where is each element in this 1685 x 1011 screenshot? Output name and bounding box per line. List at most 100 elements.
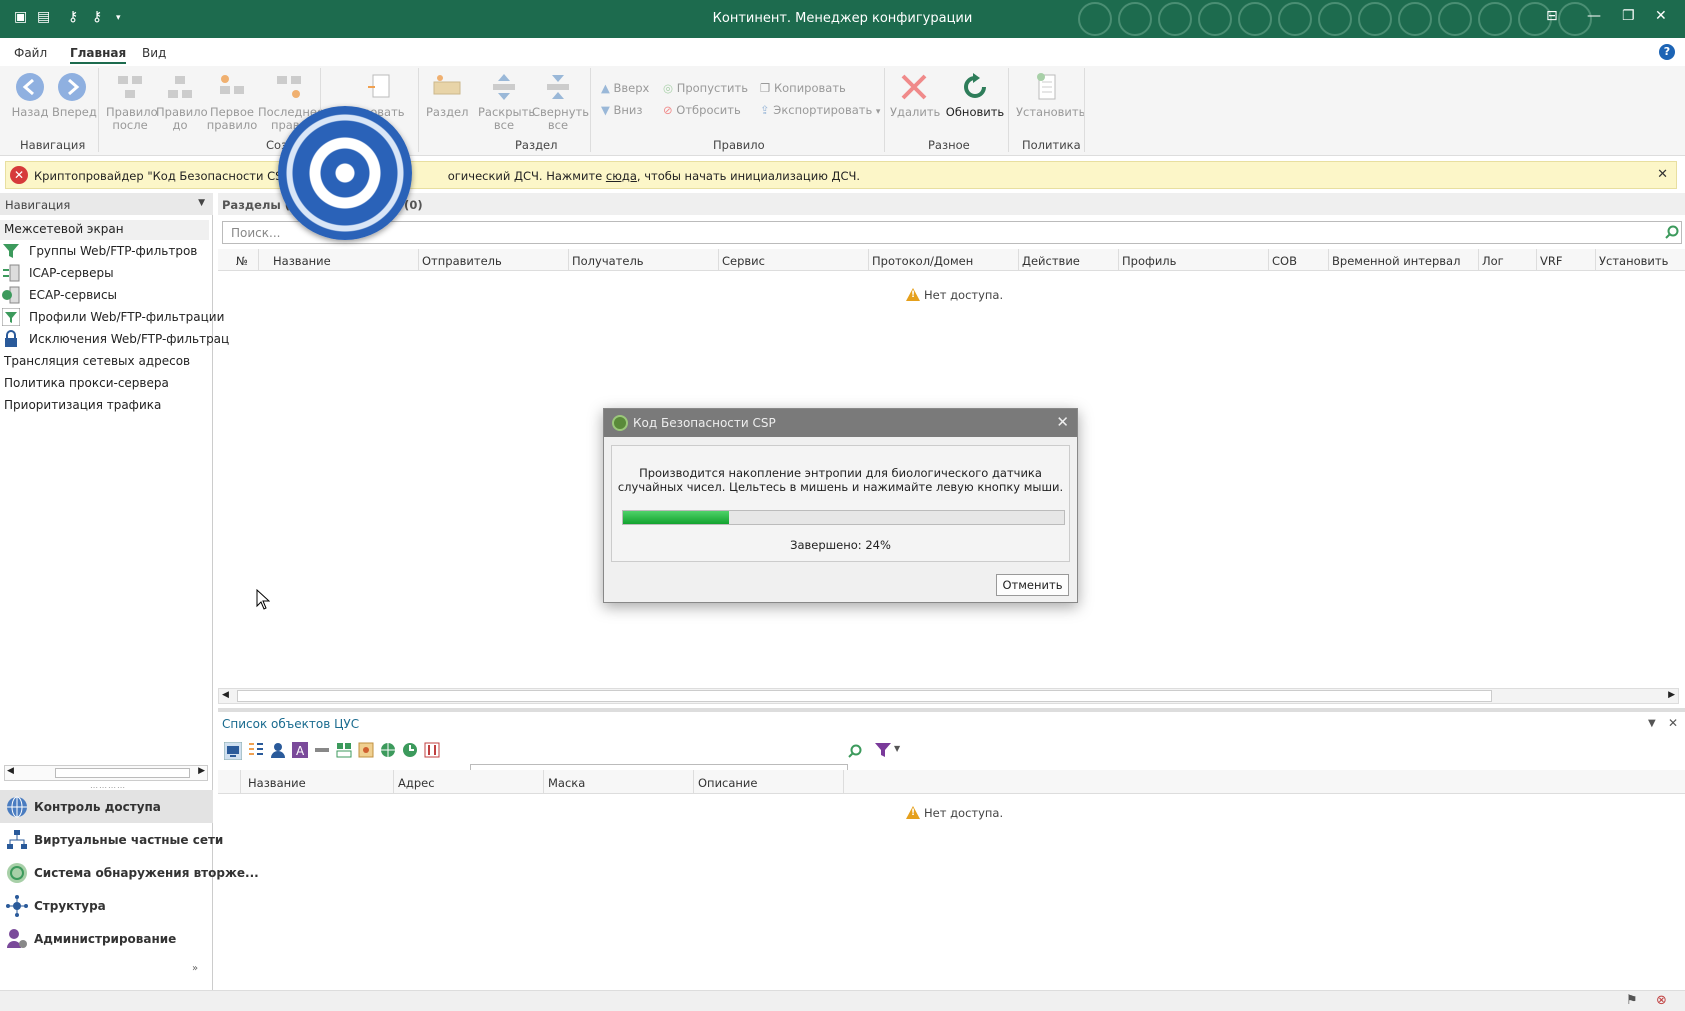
drop-label: Отбросить [676,103,741,117]
col-service[interactable]: Сервис [722,254,765,268]
col-sender[interactable]: Отправитель [422,254,502,268]
tab-file[interactable]: Файл [14,46,47,60]
nav-item-web-ftp-exceptions[interactable]: Исключения Web/FTP-фильтрац [29,332,229,346]
filter-profiles-icon [2,308,20,326]
text-filter-icon[interactable]: A [292,742,308,758]
first-rule-button[interactable]: Первое правило [206,72,258,132]
col-action[interactable]: Действие [1022,254,1080,268]
expand-nav-icon[interactable]: » [192,963,198,974]
help-icon[interactable]: ? [1659,44,1675,60]
cus-close-icon[interactable]: ✕ [1668,716,1678,730]
col-ids[interactable]: СОВ [1272,254,1297,268]
nav-item-ecap-services[interactable]: ECAP-сервисы [29,288,117,302]
nav-vpn-label: Виртуальные частные сети [34,833,224,847]
scroll-right-icon[interactable]: ▶ [1668,690,1675,700]
col-install[interactable]: Установить [1599,254,1668,268]
scroll-thumb[interactable] [237,690,1492,702]
col-number[interactable]: № [236,254,248,268]
scroll-left-icon[interactable]: ◀ [222,690,229,700]
col-name[interactable]: Название [273,254,331,268]
rules-tab-header: Разделы (0) и (0) [218,193,1685,215]
clock-filter-icon[interactable] [402,742,418,758]
nav-ids[interactable]: Система обнаружения вторже... [0,856,259,889]
copy-button[interactable]: ❐ Копировать [760,81,846,95]
tab-view[interactable]: Вид [142,46,166,60]
progress-label: Завершено: 24% [790,538,891,552]
nav-item-nat[interactable]: Трансляция сетевых адресов [4,354,190,368]
nav-item-proxy-policy[interactable]: Политика прокси-сервера [4,376,169,390]
nav-item-web-ftp-filter-groups[interactable]: Группы Web/FTP-фильтров [29,244,197,258]
cus-col-description[interactable]: Описание [698,776,757,790]
close-icon[interactable]: ✕ [1655,8,1667,24]
init-link[interactable]: сюда [606,169,637,183]
list-filter-icon[interactable] [248,742,264,758]
warning-text-part2: огический ДСЧ. Нажмите [447,169,606,183]
expand-all-label2: все [493,118,515,132]
cus-col-mask[interactable]: Маска [548,776,585,790]
nav-item-web-ftp-profiles[interactable]: Профили Web/FTP-фильтрации [29,310,224,324]
collapse-all-button[interactable]: Свернуть все [532,72,589,132]
rule-after-button[interactable]: Правило после [106,72,158,132]
drop-button[interactable]: ⊘ Отбросить [663,103,741,117]
search-icon[interactable] [1665,225,1679,239]
col-profile[interactable]: Профиль [1122,254,1176,268]
restore-icon[interactable]: ❐ [1622,8,1635,24]
ports-filter-icon[interactable] [424,742,440,758]
computer-filter-icon[interactable] [224,742,242,760]
export-button[interactable]: ⇪ Экспортировать ▾ [760,103,880,117]
cus-dropdown-icon[interactable]: ▼ [1648,718,1656,729]
entropy-target[interactable] [278,106,412,240]
col-log[interactable]: Лог [1482,254,1504,268]
move-down-label: Вниз [613,103,643,117]
nav-item-traffic-priority[interactable]: Приоритизация трафика [4,398,161,412]
rules-horizontal-scrollbar[interactable]: ◀ ▶ [218,688,1679,704]
flag-icon[interactable]: ⚑ [1626,993,1638,1008]
install-button[interactable]: Установить [1016,72,1085,119]
rules-no-access: ! Нет доступа. [906,288,1003,302]
nav-administration[interactable]: Администрирование [0,922,213,955]
refresh-button[interactable]: Обновить [944,72,1006,119]
filter-dropdown-icon[interactable]: ▼ [894,744,900,753]
search-icon[interactable] [848,744,862,758]
minimize-icon[interactable]: — [1587,8,1601,24]
delete-button[interactable]: Удалить [890,72,940,119]
move-down-button[interactable]: ▼ Вниз [601,103,643,117]
range-filter-icon[interactable] [314,742,330,758]
rules-search-input[interactable]: Поиск... [222,221,1682,244]
funnel-filter-icon[interactable] [874,741,892,759]
map-filter-icon[interactable] [358,742,374,758]
scroll-left-icon[interactable]: ◀ [7,766,14,776]
scroll-thumb[interactable] [55,768,190,778]
skip-button[interactable]: ◎ Пропустить [663,81,748,95]
navigation-collapse-icon[interactable]: ▼ [198,198,205,208]
group-filter-icon[interactable] [336,742,352,758]
navigation-scrollbar[interactable]: ◀ ▶ [4,765,208,781]
cus-col-address[interactable]: Адрес [398,776,435,790]
col-time-interval[interactable]: Временной интервал [1332,254,1460,268]
globe-filter-icon[interactable] [380,742,396,758]
nav-item-firewall[interactable]: Межсетевой экран [0,220,209,240]
cancel-button[interactable]: Отменить [996,574,1069,596]
col-vrf[interactable]: VRF [1540,254,1562,268]
nav-vpn[interactable]: Виртуальные частные сети [0,823,223,856]
section-button[interactable]: Раздел [426,72,468,119]
col-protocol[interactable]: Протокол/Домен [872,254,973,268]
connection-status-icon[interactable]: ⊗ [1656,993,1667,1008]
install-icon [1037,73,1056,100]
back-button[interactable]: Назад [10,72,50,119]
nav-structure[interactable]: Структура [0,889,213,922]
nav-item-icap-servers[interactable]: ICAP-серверы [29,266,114,280]
rule-before-button[interactable]: Правило до [156,72,208,132]
expand-all-button[interactable]: Раскрыть все [478,72,535,132]
forward-button[interactable]: Вперед [52,72,97,119]
warning-close-icon[interactable]: ✕ [1657,167,1668,182]
cus-col-name[interactable]: Название [248,776,306,790]
user-filter-icon[interactable] [270,742,286,758]
scroll-right-icon[interactable]: ▶ [198,766,205,776]
col-receiver[interactable]: Получатель [572,254,644,268]
tab-home[interactable]: Главная [70,46,127,64]
nav-access-control[interactable]: Контроль доступа [0,790,213,823]
dialog-close-icon[interactable]: ✕ [1056,413,1069,431]
move-up-button[interactable]: ▲ Вверх [601,81,649,95]
ribbon-toggle-icon[interactable]: ⊟ [1546,8,1558,24]
